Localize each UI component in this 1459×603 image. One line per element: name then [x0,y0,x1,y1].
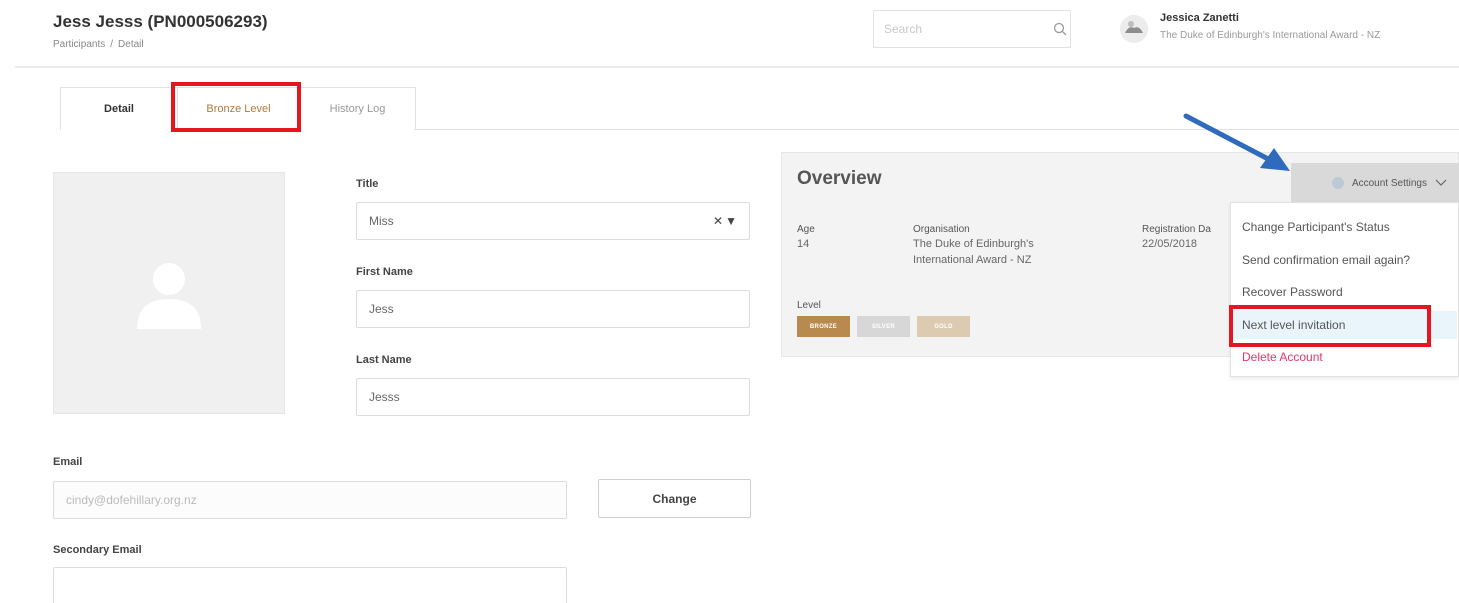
level-badge-gold: GOLD [917,316,970,337]
title-value: Miss [369,214,394,228]
account-settings-menu: Change Participant's Status Send confirm… [1230,202,1459,377]
user-organisation: The Duke of Edinburgh's International Aw… [1160,30,1381,41]
page-title: Jess Jesss (PN000506293) [53,12,268,31]
first-name-label: First Name [356,266,413,278]
tab-history-log[interactable]: History Log [300,87,416,130]
last-name-field[interactable]: Jesss [356,378,750,416]
tab-detail[interactable]: Detail [60,87,178,130]
search-icon[interactable] [1049,22,1070,36]
last-name-label: Last Name [356,354,412,366]
tabs-divider [414,129,1459,130]
menu-item-recover-password[interactable]: Recover Password [1242,285,1343,299]
organisation-value-line2: International Award - NZ [913,254,1032,266]
change-email-button[interactable]: Change [598,479,751,518]
registration-date-value: 22/05/2018 [1142,238,1198,250]
email-value: cindy@dofehillary.org.nz [66,493,197,507]
secondary-email-label: Secondary Email [53,544,142,556]
first-name-value: Jess [369,302,394,316]
header-divider [15,66,1459,68]
chevron-down-icon [1435,179,1447,186]
menu-item-change-status[interactable]: Change Participant's Status [1242,220,1390,234]
email-field: cindy@dofehillary.org.nz [53,481,567,519]
age-value: 14 [797,238,810,250]
level-badge-silver: SILVER [857,316,910,337]
account-settings-button[interactable]: Account Settings [1291,163,1459,203]
search-box [873,10,1071,48]
gear-icon [1331,177,1344,189]
profile-photo-placeholder[interactable] [53,172,285,414]
clear-icon[interactable]: ✕ [713,214,723,228]
menu-item-next-level-invitation[interactable]: Next level invitation [1232,311,1457,339]
level-label: Level [797,300,821,311]
overview-title: Overview [797,168,882,189]
menu-item-send-confirmation[interactable]: Send confirmation email again? [1242,253,1410,267]
first-name-field[interactable]: Jess [356,290,750,328]
menu-item-delete-account[interactable]: Delete Account [1242,350,1323,364]
breadcrumb-participants[interactable]: Participants [53,39,105,50]
breadcrumb-detail: Detail [118,39,144,50]
tab-bronze-level[interactable]: Bronze Level [178,87,300,130]
account-settings-label: Account Settings [1351,177,1427,189]
email-label: Email [53,456,83,468]
title-select[interactable]: Miss ✕ ▼ [356,202,750,240]
annotation-arrow-icon [1183,113,1290,171]
search-input[interactable] [874,11,1049,47]
user-silhouette-icon [137,263,201,329]
caret-down-icon[interactable]: ▼ [725,214,737,228]
organisation-label: Organisation [913,224,970,235]
breadcrumb: Participants / Detail [53,39,144,50]
last-name-value: Jesss [369,390,400,404]
avatar[interactable] [1120,15,1148,43]
organisation-value: The Duke of Edinburgh's International Aw… [913,236,1034,268]
title-label: Title [356,178,379,190]
age-label: Age [797,224,815,235]
registration-date-label: Registration Da [1142,224,1211,235]
level-badge-bronze: BRONZE [797,316,850,337]
tab-bar: Detail Bronze Level History Log [60,87,416,130]
secondary-email-field[interactable] [53,567,567,603]
user-name[interactable]: Jessica Zanetti [1160,12,1239,24]
organisation-value-line1: The Duke of Edinburgh's [913,238,1034,250]
